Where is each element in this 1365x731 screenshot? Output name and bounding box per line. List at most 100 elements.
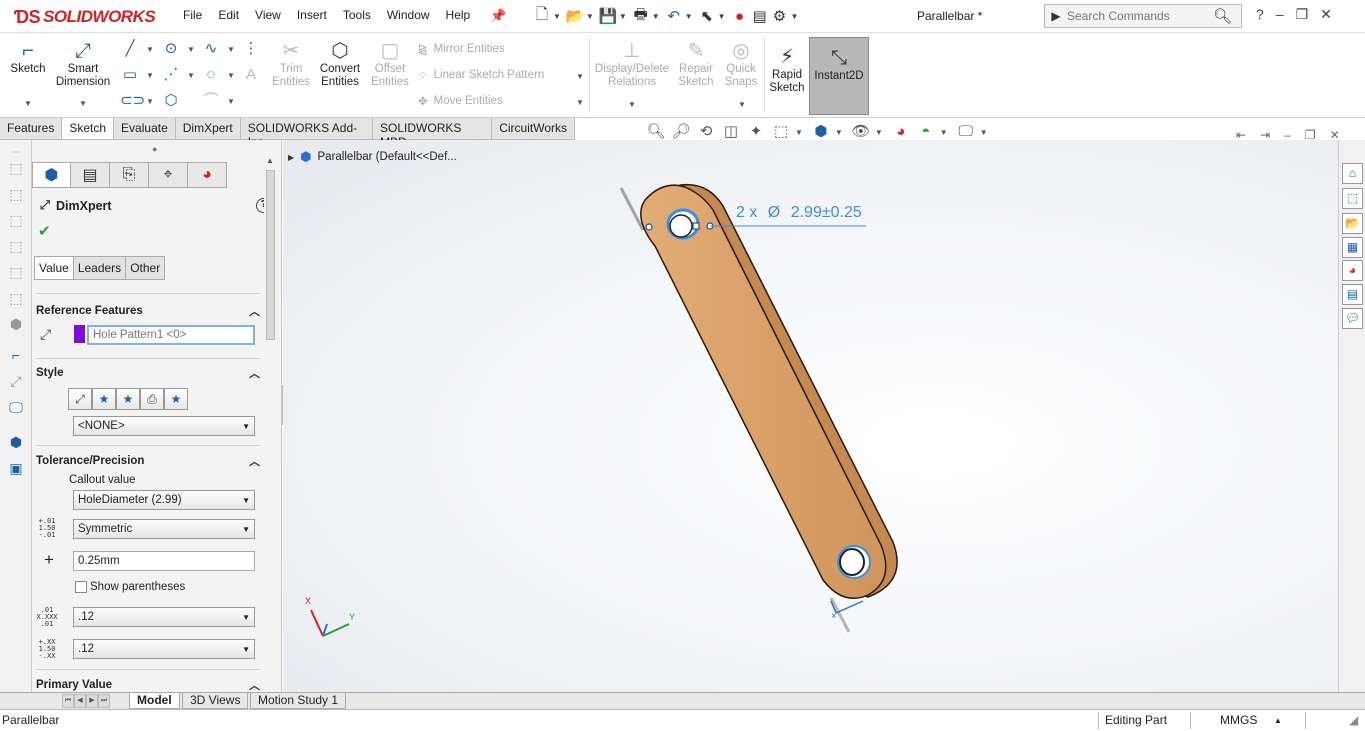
chevron-down-icon[interactable]: ▼ bbox=[146, 97, 154, 106]
tab-dimxpert[interactable]: DimXpert bbox=[175, 118, 241, 139]
forum-icon[interactable]: 💬︎ bbox=[1342, 308, 1363, 329]
delete-style-icon[interactable]: ★ bbox=[116, 388, 140, 410]
new-document-icon[interactable]: 🗋 bbox=[532, 6, 552, 26]
cube-icon[interactable]: ⬚ bbox=[6, 184, 26, 204]
subtab-other[interactable]: Other bbox=[126, 256, 166, 280]
graphics-area[interactable]: ▶ ⬢ Parallelbar (Default<<Def... × 2 x Ø… bbox=[283, 140, 1338, 692]
help-icon[interactable]: ? bbox=[1256, 6, 1264, 23]
dimxpert-manager-tab-icon[interactable]: ⌖ bbox=[149, 162, 188, 188]
appearances-icon[interactable]: ◕ bbox=[1342, 260, 1363, 281]
smart-dimension-icon[interactable]: ⤢ bbox=[6, 371, 26, 391]
view-palette-icon[interactable]: ▦ bbox=[1342, 237, 1363, 258]
group-header[interactable]: Tolerance/Precision ︿ bbox=[36, 453, 260, 469]
primary-precision-dropdown[interactable]: .12 ▼ bbox=[73, 607, 255, 627]
chevron-down-icon[interactable]: ▼ bbox=[980, 128, 988, 137]
instant2d-button[interactable]: ⤡ Instant2D bbox=[809, 37, 869, 115]
display-style-icon[interactable]: ⬢ bbox=[810, 122, 832, 142]
menu-edit[interactable]: Edit bbox=[210, 8, 247, 22]
zoom-to-area-icon[interactable]: 🔎︎ bbox=[670, 122, 692, 142]
tab-solidworks-mbd[interactable]: SOLIDWORKS MBD bbox=[373, 118, 493, 149]
chevron-down-icon[interactable]: ▼ bbox=[875, 128, 883, 137]
group-header[interactable]: Style ︿ bbox=[36, 365, 260, 381]
load-style-icon[interactable]: ★ bbox=[164, 388, 188, 410]
property-manager-tab-icon[interactable]: ▤ bbox=[71, 162, 110, 188]
feature-manager-tab-icon[interactable]: ⬢ bbox=[32, 162, 71, 188]
dimension-handle[interactable] bbox=[692, 222, 700, 230]
rapid-sketch-button[interactable]: ⚡ Rapid Sketch bbox=[767, 45, 807, 95]
tab-solidworks-addins[interactable]: SOLIDWORKS Add-Ins bbox=[240, 118, 374, 149]
rectangle-icon[interactable]: ▭ bbox=[120, 65, 140, 85]
home-icon[interactable]: ⌂ bbox=[1342, 163, 1363, 184]
chevron-up-icon[interactable]: ︿ bbox=[249, 677, 260, 692]
cube-icon[interactable]: ⬚ bbox=[6, 262, 26, 282]
chevron-down-icon[interactable]: ▼ bbox=[79, 99, 87, 108]
group-header[interactable]: Primary Value ︿ bbox=[36, 677, 260, 692]
reference-features-selection-box[interactable]: Hole Pattern1 <0> bbox=[87, 325, 255, 345]
group-header[interactable]: Reference Features ︿ bbox=[36, 303, 260, 319]
hole-pattern-dimension[interactable]: 2 x Ø 2.99±0.25 bbox=[736, 204, 862, 222]
minimize-icon[interactable]: – bbox=[1276, 6, 1284, 23]
cube-icon[interactable]: ⬚ bbox=[6, 236, 26, 256]
restore-icon[interactable]: ❐ bbox=[1296, 6, 1309, 23]
panel-scrollbar[interactable]: ▲ bbox=[264, 156, 277, 692]
fillet-icon[interactable]: ⌒ bbox=[201, 91, 221, 111]
offset-entities-button[interactable]: ▢ Offset Entities bbox=[368, 39, 412, 89]
chevron-down-icon[interactable]: ▼ bbox=[187, 71, 195, 80]
chevron-down-icon[interactable]: ▼ bbox=[791, 12, 799, 21]
chevron-down-icon[interactable]: ▼ bbox=[619, 12, 627, 21]
linear-pattern-button[interactable]: ⁘ Linear Sketch Pattern bbox=[418, 68, 544, 82]
save-icon[interactable]: 💾 bbox=[598, 6, 618, 26]
tolerance-value-input[interactable]: 0.25mm bbox=[73, 551, 255, 571]
units-chevron-up-icon[interactable]: ▲ bbox=[1274, 716, 1282, 725]
mirror-entities-button[interactable]: ⧎ Mirror Entities bbox=[418, 42, 505, 56]
repair-sketch-button[interactable]: ✎ Repair Sketch bbox=[676, 39, 716, 89]
tolerance-precision-dropdown[interactable]: .12 ▼ bbox=[73, 639, 255, 659]
section-view-icon[interactable]: ◫ bbox=[720, 122, 742, 142]
ok-checkmark-icon[interactable]: ✔ bbox=[38, 222, 51, 240]
chevron-up-icon[interactable]: ︿ bbox=[249, 365, 260, 381]
close-icon[interactable]: ✕ bbox=[1320, 6, 1332, 23]
chevron-down-icon[interactable]: ▼ bbox=[738, 100, 746, 109]
hide-show-items-icon[interactable]: 👁︎ bbox=[850, 122, 872, 142]
cube-icon[interactable]: ⬚ bbox=[6, 158, 26, 178]
add-style-icon[interactable]: ★ bbox=[92, 388, 116, 410]
convert-entities-button[interactable]: ⬡ Convert Entities bbox=[316, 39, 364, 89]
search-commands-box[interactable]: ▶ 🔍︎ bbox=[1044, 4, 1242, 28]
traffic-light-icon[interactable]: ● bbox=[730, 6, 750, 26]
cube-icon[interactable]: ⬚ bbox=[6, 210, 26, 230]
chevron-down-icon[interactable]: ▼ bbox=[576, 98, 584, 107]
status-units[interactable]: MMGS bbox=[1220, 713, 1257, 727]
scroll-up-icon[interactable]: ▲ bbox=[266, 156, 274, 165]
cube-icon[interactable]: ⬚ bbox=[6, 288, 26, 308]
tab-motion-study-1[interactable]: Motion Study 1 bbox=[250, 693, 347, 709]
zoom-to-fit-icon[interactable]: 🔍︎ bbox=[645, 122, 667, 142]
callout-value-dropdown[interactable]: HoleDiameter (2.99) ▼ bbox=[73, 490, 255, 510]
chevron-down-icon[interactable]: ▼ bbox=[227, 97, 235, 106]
tab-circuitworks[interactable]: CircuitWorks bbox=[492, 118, 575, 139]
shaded-cube-icon[interactable]: ⬢ bbox=[6, 314, 26, 334]
chevron-down-icon[interactable]: ▼ bbox=[685, 12, 693, 21]
chevron-down-icon[interactable]: ▼ bbox=[24, 99, 32, 108]
search-input[interactable] bbox=[1067, 9, 1207, 23]
line-icon[interactable]: ╱ bbox=[120, 39, 140, 59]
save-style-icon[interactable]: ⎙ bbox=[140, 388, 164, 410]
display-manager-tab-icon[interactable]: ◕ bbox=[188, 162, 227, 188]
chevron-up-icon[interactable]: ︿ bbox=[249, 453, 260, 469]
chevron-down-icon[interactable]: ▼ bbox=[227, 45, 235, 54]
chevron-down-icon[interactable]: ▼ bbox=[553, 12, 561, 21]
print-icon[interactable]: 🖶 bbox=[631, 6, 651, 26]
options-gear-icon[interactable]: ⚙ bbox=[770, 6, 790, 26]
chevron-up-icon[interactable]: ︿ bbox=[249, 303, 260, 319]
menu-insert[interactable]: Insert bbox=[289, 8, 335, 22]
style-dropdown[interactable]: <NONE> ▼ bbox=[73, 416, 255, 436]
resize-grip-icon[interactable]: ◢ bbox=[1349, 713, 1358, 727]
move-entities-button[interactable]: ✥ Move Entities bbox=[418, 94, 503, 108]
polygon-sketch-icon[interactable]: ⋰ bbox=[161, 65, 181, 85]
chevron-down-icon[interactable]: ▼ bbox=[187, 45, 195, 54]
first-tab-icon[interactable]: ⏮ bbox=[62, 694, 74, 708]
view-settings-icon[interactable]: 🖵 bbox=[955, 122, 977, 142]
chevron-down-icon[interactable]: ▼ bbox=[652, 12, 660, 21]
menu-window[interactable]: Window bbox=[379, 8, 438, 22]
sketch-icon[interactable]: ⌐ bbox=[6, 345, 26, 365]
trim-entities-button[interactable]: ✂ Trim Entities bbox=[271, 39, 311, 89]
